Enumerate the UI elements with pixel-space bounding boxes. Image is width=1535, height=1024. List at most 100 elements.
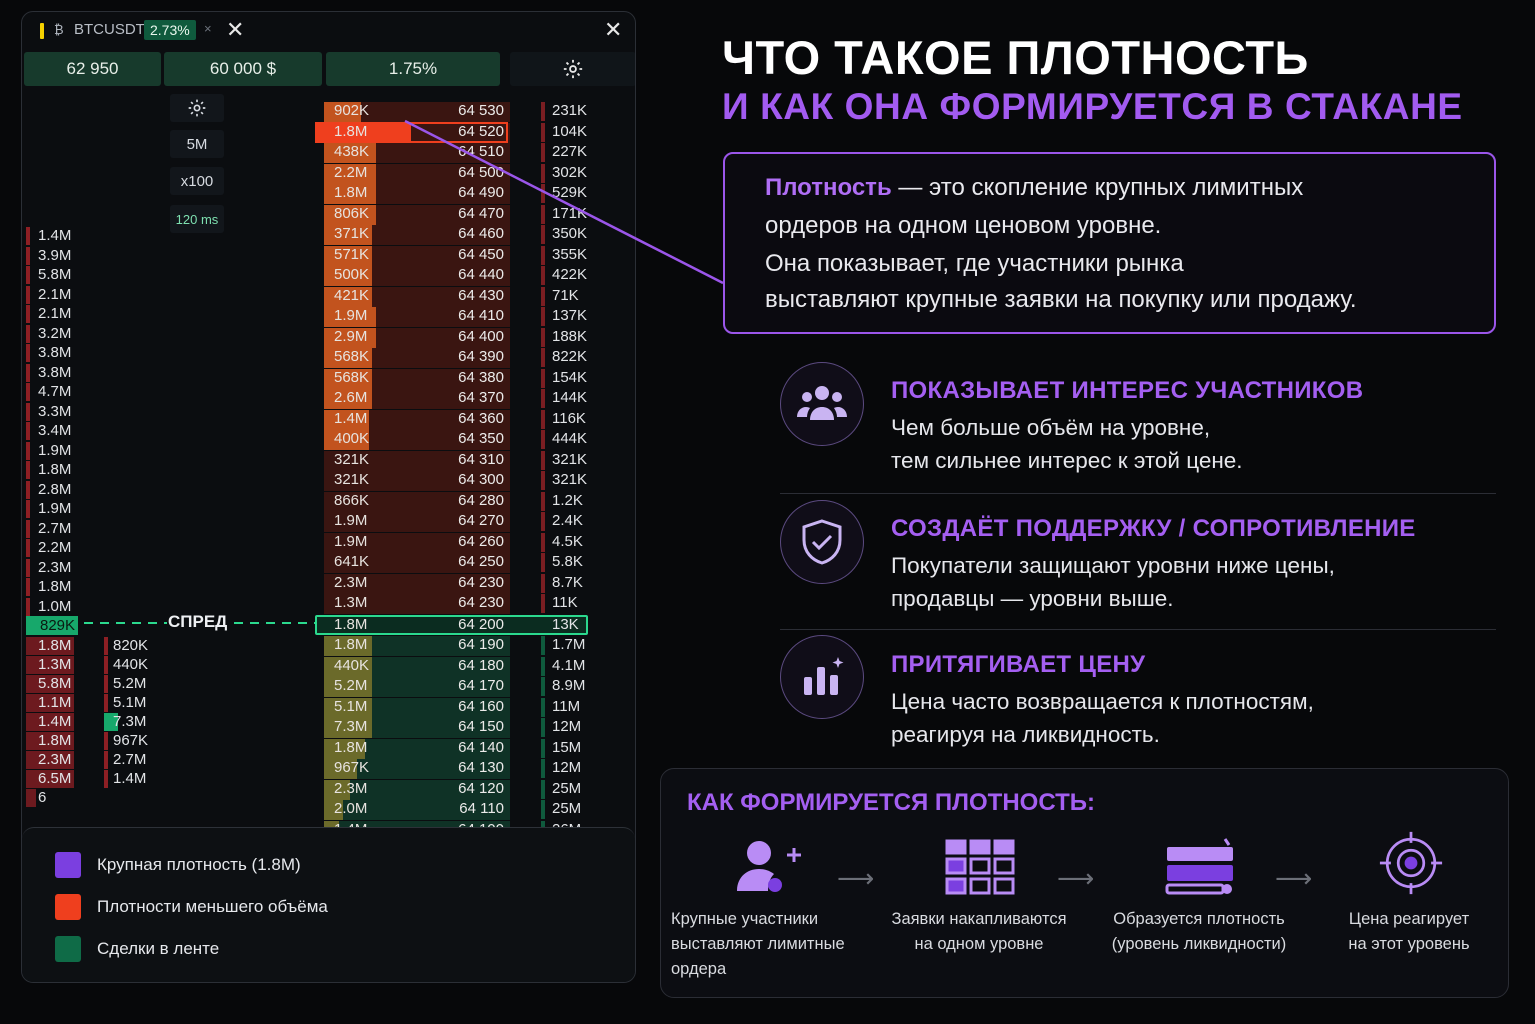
- ask-volume[interactable]: 1.3M: [334, 594, 367, 611]
- ask-volume[interactable]: 571K: [334, 246, 369, 263]
- ask-price[interactable]: 64 500: [444, 164, 504, 181]
- multiplier-button[interactable]: x100: [170, 167, 224, 195]
- ask-price[interactable]: 64 360: [444, 410, 504, 427]
- ask-volume[interactable]: 2.3M: [334, 574, 367, 591]
- bid-volume[interactable]: 5.2M: [334, 677, 367, 694]
- left-bid-volume: 1.1M: [38, 694, 72, 711]
- amount-input[interactable]: 60 000 $: [164, 52, 322, 86]
- bid-price[interactable]: 64 170: [444, 677, 504, 694]
- settings-button[interactable]: [510, 52, 635, 86]
- ask-right-bar: [541, 184, 545, 203]
- divider: [780, 629, 1496, 630]
- ask-price[interactable]: 64 260: [444, 533, 504, 550]
- arrow-icon: ⟶: [1057, 863, 1095, 893]
- quantity-input[interactable]: 62 950: [24, 52, 161, 86]
- ask-volume[interactable]: 568K: [334, 348, 369, 365]
- ask-price[interactable]: 64 490: [444, 184, 504, 201]
- left-bid2-volume: 5.2M: [113, 675, 147, 692]
- bid-price[interactable]: 64 190: [444, 636, 504, 653]
- ask-right-bar: [541, 553, 545, 572]
- ask-price[interactable]: 64 530: [444, 102, 504, 119]
- arrow-icon: ⟶: [1275, 863, 1313, 893]
- bid-price[interactable]: 64 180: [444, 657, 504, 674]
- ticker-small-close-icon[interactable]: ×: [204, 21, 212, 36]
- bid-volume[interactable]: 7.3M: [334, 718, 367, 735]
- left-ask-volume: 2.1M: [38, 285, 72, 303]
- bid-volume[interactable]: 2.0M: [334, 800, 367, 817]
- bid-volume[interactable]: 5.1M: [334, 698, 367, 715]
- ask-price[interactable]: 64 440: [444, 266, 504, 283]
- ask-price[interactable]: 64 430: [444, 287, 504, 304]
- ask-volume[interactable]: 500K: [334, 266, 369, 283]
- ask-volume[interactable]: 641K: [334, 553, 369, 570]
- ask-volume[interactable]: 400K: [334, 430, 369, 447]
- bid-price[interactable]: 64 150: [444, 718, 504, 735]
- ask-trades: 137K: [552, 307, 588, 324]
- ask-price[interactable]: 64 410: [444, 307, 504, 324]
- ask-volume[interactable]: 1.8M: [334, 184, 367, 201]
- ask-price[interactable]: 64 380: [444, 369, 504, 386]
- ask-volume[interactable]: 1.4M: [334, 410, 367, 427]
- bid-volume[interactable]: 967K: [334, 759, 369, 776]
- ask-price[interactable]: 64 460: [444, 225, 504, 242]
- ask-price[interactable]: 64 300: [444, 471, 504, 488]
- ladder-settings-button[interactable]: [170, 94, 224, 122]
- ask-volume[interactable]: 2.9M: [334, 328, 367, 345]
- ask-volume[interactable]: 438K: [334, 143, 369, 160]
- percent-input[interactable]: 1.75%: [326, 52, 500, 86]
- ask-right-bar: [541, 245, 545, 265]
- bid-volume[interactable]: 1.8M: [334, 636, 367, 653]
- size-button[interactable]: 5M: [170, 130, 224, 158]
- ask-price[interactable]: 64 370: [444, 389, 504, 406]
- ask-volume[interactable]: 1.9M: [334, 512, 367, 529]
- ask-price[interactable]: 64 230: [444, 594, 504, 611]
- ask-price[interactable]: 64 470: [444, 205, 504, 222]
- ask-price[interactable]: 64 270: [444, 512, 504, 529]
- ask-volume[interactable]: 2.6M: [334, 389, 367, 406]
- ask-right-bar: [541, 430, 545, 449]
- ask-volume[interactable]: 806K: [334, 205, 369, 222]
- left-bid2-bar: [104, 732, 108, 750]
- ask-volume[interactable]: 321K: [334, 471, 369, 488]
- bid-volume[interactable]: 440K: [334, 657, 369, 674]
- ask-price[interactable]: 64 350: [444, 430, 504, 447]
- bid-price[interactable]: 64 160: [444, 698, 504, 715]
- ask-price[interactable]: 64 310: [444, 451, 504, 468]
- ask-trades: 171K: [552, 204, 588, 222]
- ask-volume[interactable]: 321K: [334, 451, 369, 468]
- feature-icon-wrap: [780, 635, 864, 719]
- bid-volume[interactable]: 1.8M: [334, 739, 367, 756]
- ask-volume[interactable]: 568K: [334, 369, 369, 386]
- left-bid2-bar: [104, 675, 108, 693]
- ask-price[interactable]: 64 280: [444, 492, 504, 509]
- feature-text: Покупатели защищают уровни ниже цены, про…: [891, 549, 1335, 615]
- ask-volume[interactable]: 902K: [334, 102, 369, 119]
- ask-price[interactable]: 64 510: [444, 143, 504, 160]
- bid-price[interactable]: 64 110: [444, 800, 504, 817]
- ask-volume[interactable]: 371K: [334, 225, 369, 242]
- ask-volume[interactable]: 421K: [334, 287, 369, 304]
- close-icon[interactable]: ✕: [226, 17, 244, 43]
- ask-price[interactable]: 64 400: [444, 328, 504, 345]
- ask-volume[interactable]: 2.2M: [334, 164, 367, 181]
- ask-price[interactable]: 64 230: [444, 574, 504, 591]
- ask-right-bar: [541, 409, 545, 429]
- ask-volume[interactable]: 866K: [334, 492, 369, 509]
- ask-price[interactable]: 64 250: [444, 553, 504, 570]
- bid-price[interactable]: 64 130: [444, 759, 504, 776]
- bid-volume[interactable]: 2.3M: [334, 780, 367, 797]
- bid-trades: 25M: [552, 779, 582, 797]
- ask-volume[interactable]: 1.9M: [334, 307, 367, 324]
- ask-price[interactable]: 64 450: [444, 246, 504, 263]
- ask-volume[interactable]: 1.9M: [334, 533, 367, 550]
- ticker-symbol[interactable]: BTCUSDT: [74, 21, 145, 38]
- bid-price[interactable]: 64 120: [444, 780, 504, 797]
- ask-price[interactable]: 64 390: [444, 348, 504, 365]
- close-window-icon[interactable]: ✕: [604, 17, 622, 43]
- left-ask-volume: 1.8M: [38, 461, 72, 478]
- gear-icon: [188, 99, 206, 117]
- ask-trades: 422K: [552, 266, 588, 283]
- left-bid-volume: 5.8M: [38, 675, 72, 692]
- step-text: Крупные участники выставляют лимитные орде…: [671, 907, 861, 982]
- bid-price[interactable]: 64 140: [444, 739, 504, 756]
